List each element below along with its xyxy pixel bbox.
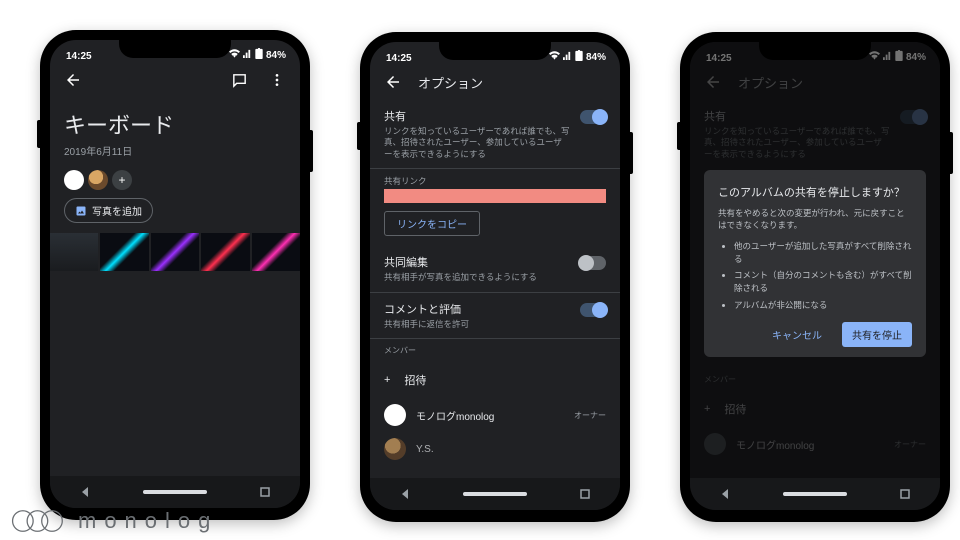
copy-link-button[interactable]: リンクをコピー (384, 211, 480, 236)
cancel-button[interactable]: キャンセル (762, 322, 832, 347)
option-sub: 共有相手が写真を追加できるようにする (384, 272, 570, 283)
option-sub: 共有相手に返信を許可 (384, 319, 570, 330)
toggle-share[interactable] (580, 110, 606, 124)
option-share[interactable]: 共有 リンクを知っているユーザーであれば誰でも、写真、招待されたユーザー、参加し… (370, 100, 620, 169)
owner-badge: オーナー (574, 410, 606, 421)
nav-home-pill[interactable] (783, 492, 847, 496)
android-nav-bar (50, 476, 300, 508)
back-icon[interactable] (60, 67, 86, 93)
signal-icon (563, 51, 572, 63)
toggle-comments[interactable] (580, 303, 606, 317)
notch (439, 42, 551, 60)
member-name: Y.S. (416, 444, 434, 455)
invite-label: 招待 (404, 372, 426, 388)
status-battery-pct: 84% (586, 52, 606, 63)
invite-row[interactable]: + 招待 (370, 362, 620, 398)
nav-back-icon[interactable] (78, 485, 92, 499)
thumbnail-strip (50, 233, 300, 271)
dialog-bullet: アルバムが非公開になる (734, 299, 912, 312)
avatar[interactable] (88, 170, 108, 190)
phone-options: 14:25 84% オプション 共有 リンクを知っているユーザーであれば誰でも、… (360, 32, 630, 522)
app-bar (50, 62, 300, 98)
signal-icon (243, 49, 252, 61)
share-link-highlight (384, 189, 606, 203)
option-sub: リンクを知っているユーザーであれば誰でも、写真、招待されたユーザー、参加している… (384, 126, 570, 160)
app-bar: オプション (370, 64, 620, 100)
nav-recent-icon[interactable] (258, 485, 272, 499)
android-nav-bar (690, 478, 940, 510)
avatar (384, 438, 406, 460)
phone-album: 14:25 84% (40, 30, 310, 520)
toggle-coedit[interactable] (580, 256, 606, 270)
phone-options-dialog: 14:25 84% オプション 共有 (680, 32, 950, 522)
thumbnail[interactable] (151, 233, 199, 271)
member-name: モノログmonolog (416, 408, 494, 423)
add-photos-label: 写真を追加 (92, 203, 142, 218)
section-share-link: 共有リンク (370, 169, 620, 189)
album-header: キーボード 2019年6月11日 (50, 98, 300, 164)
dialog-actions: キャンセル 共有を停止 (718, 322, 912, 347)
dialog-title: このアルバムの共有を停止しますか？ (718, 184, 912, 200)
status-right: 84% (229, 48, 286, 62)
member-row[interactable]: Y.S. (370, 432, 620, 466)
nav-recent-icon[interactable] (898, 487, 912, 501)
nav-back-icon[interactable] (398, 487, 412, 501)
battery-icon (255, 48, 263, 62)
avatar[interactable] (64, 170, 84, 190)
member-row[interactable]: モノログmonolog オーナー (370, 398, 620, 432)
option-title: 共有 (384, 108, 570, 124)
option-coedit[interactable]: 共同編集 共有相手が写真を追加できるようにする (370, 246, 620, 292)
thumbnail[interactable] (50, 233, 98, 271)
android-nav-bar (370, 478, 620, 510)
share-link-row: リンクをコピー (370, 189, 620, 246)
thumbnail[interactable] (100, 233, 148, 271)
option-title: コメントと評価 (384, 301, 570, 317)
nav-recent-icon[interactable] (578, 487, 592, 501)
status-battery-pct: 84% (266, 50, 286, 61)
nav-home-pill[interactable] (143, 490, 207, 494)
avatar (384, 404, 406, 426)
avatar-row: + (50, 164, 300, 198)
option-comments[interactable]: コメントと評価 共有相手に返信を許可 (370, 293, 620, 339)
add-photo-icon (75, 205, 87, 217)
logo-icon (10, 508, 70, 534)
stop-sharing-dialog: このアルバムの共有を停止しますか？ 共有をやめると次の変更が行われ、元に戻すこと… (704, 170, 926, 357)
screen: 14:25 84% オプション 共有 (690, 42, 940, 510)
status-time: 14:25 (66, 51, 92, 62)
status-right: 84% (549, 50, 606, 64)
dialog-bullets: 他のユーザーが追加した写真がすべて削除される コメント（自分のコメントも含む）が… (718, 240, 912, 312)
nav-back-icon[interactable] (718, 487, 732, 501)
dialog-lead: 共有をやめると次の変更が行われ、元に戻すことはできなくなります。 (718, 208, 912, 232)
thumbnail[interactable] (252, 233, 300, 271)
page-title: オプション (418, 73, 483, 92)
stop-sharing-button[interactable]: 共有を停止 (842, 322, 912, 347)
screen: 14:25 84% オプション 共有 リンクを知っているユーザーであれば誰でも、… (370, 42, 620, 510)
battery-icon (575, 50, 583, 64)
add-person-button[interactable]: + (112, 170, 132, 190)
notch (119, 40, 231, 58)
dialog-bullet: 他のユーザーが追加した写真がすべて削除される (734, 240, 912, 266)
nav-home-pill[interactable] (463, 492, 527, 496)
dialog-bullet: コメント（自分のコメントも含む）がすべて削除される (734, 269, 912, 295)
wifi-icon (549, 51, 560, 63)
album-date: 2019年6月11日 (64, 143, 286, 158)
screen: 14:25 84% (50, 40, 300, 508)
status-time: 14:25 (386, 53, 412, 64)
album-title: キーボード (64, 108, 286, 140)
more-icon[interactable] (264, 67, 290, 93)
wifi-icon (229, 49, 240, 61)
plus-icon: + (384, 374, 390, 386)
thumbnail[interactable] (201, 233, 249, 271)
add-photos-chip[interactable]: 写真を追加 (64, 198, 153, 223)
monolog-logo: monolog (10, 508, 218, 534)
option-title: 共同編集 (384, 254, 570, 270)
logo-text: monolog (78, 508, 218, 534)
comment-icon[interactable] (226, 67, 252, 93)
back-icon[interactable] (380, 69, 406, 95)
members-header: メンバー (370, 339, 620, 362)
